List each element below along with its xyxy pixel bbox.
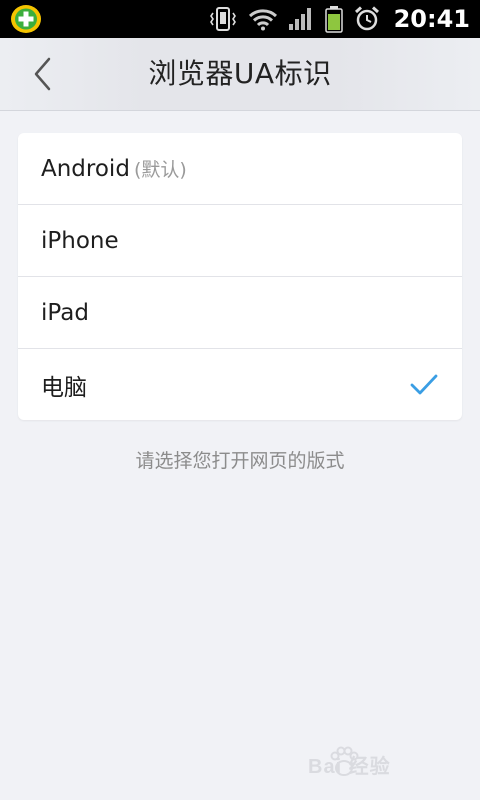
wifi-icon [248, 9, 277, 31]
app-shield-icon[interactable] [10, 4, 42, 34]
status-bar: 20:41 [0, 0, 480, 38]
baidu-watermark: Bai 经验 [294, 744, 454, 784]
option-default-note: (默认) [133, 159, 187, 181]
title-bar: 浏览器UA标识 [0, 38, 480, 111]
back-button[interactable] [22, 52, 62, 96]
watermark-text: Bai 经验 [308, 756, 391, 778]
option-android[interactable]: Android (默认) [18, 133, 462, 205]
status-time: 20:41 [393, 5, 470, 33]
option-label: iPad [41, 299, 89, 326]
option-iphone[interactable]: iPhone [18, 205, 462, 277]
signal-icon [288, 8, 311, 30]
option-label: 电脑 [41, 374, 87, 401]
option-desktop[interactable]: 电脑 [18, 349, 462, 420]
page-title: 浏览器UA标识 [148, 57, 332, 90]
ua-options-list: Android (默认) iPhone iPad 电脑 [18, 133, 462, 420]
hint-text: 请选择您打开网页的版式 [135, 450, 345, 472]
checkmark-icon [410, 374, 438, 395]
option-ipad[interactable]: iPad [18, 277, 462, 349]
alarm-icon [354, 6, 379, 31]
vibrate-icon [209, 7, 236, 31]
battery-icon [324, 6, 343, 33]
chevron-left-icon [34, 57, 51, 91]
option-label: iPhone [41, 227, 119, 254]
status-icons: 20:41 [208, 0, 480, 38]
option-label: Android [41, 155, 130, 182]
